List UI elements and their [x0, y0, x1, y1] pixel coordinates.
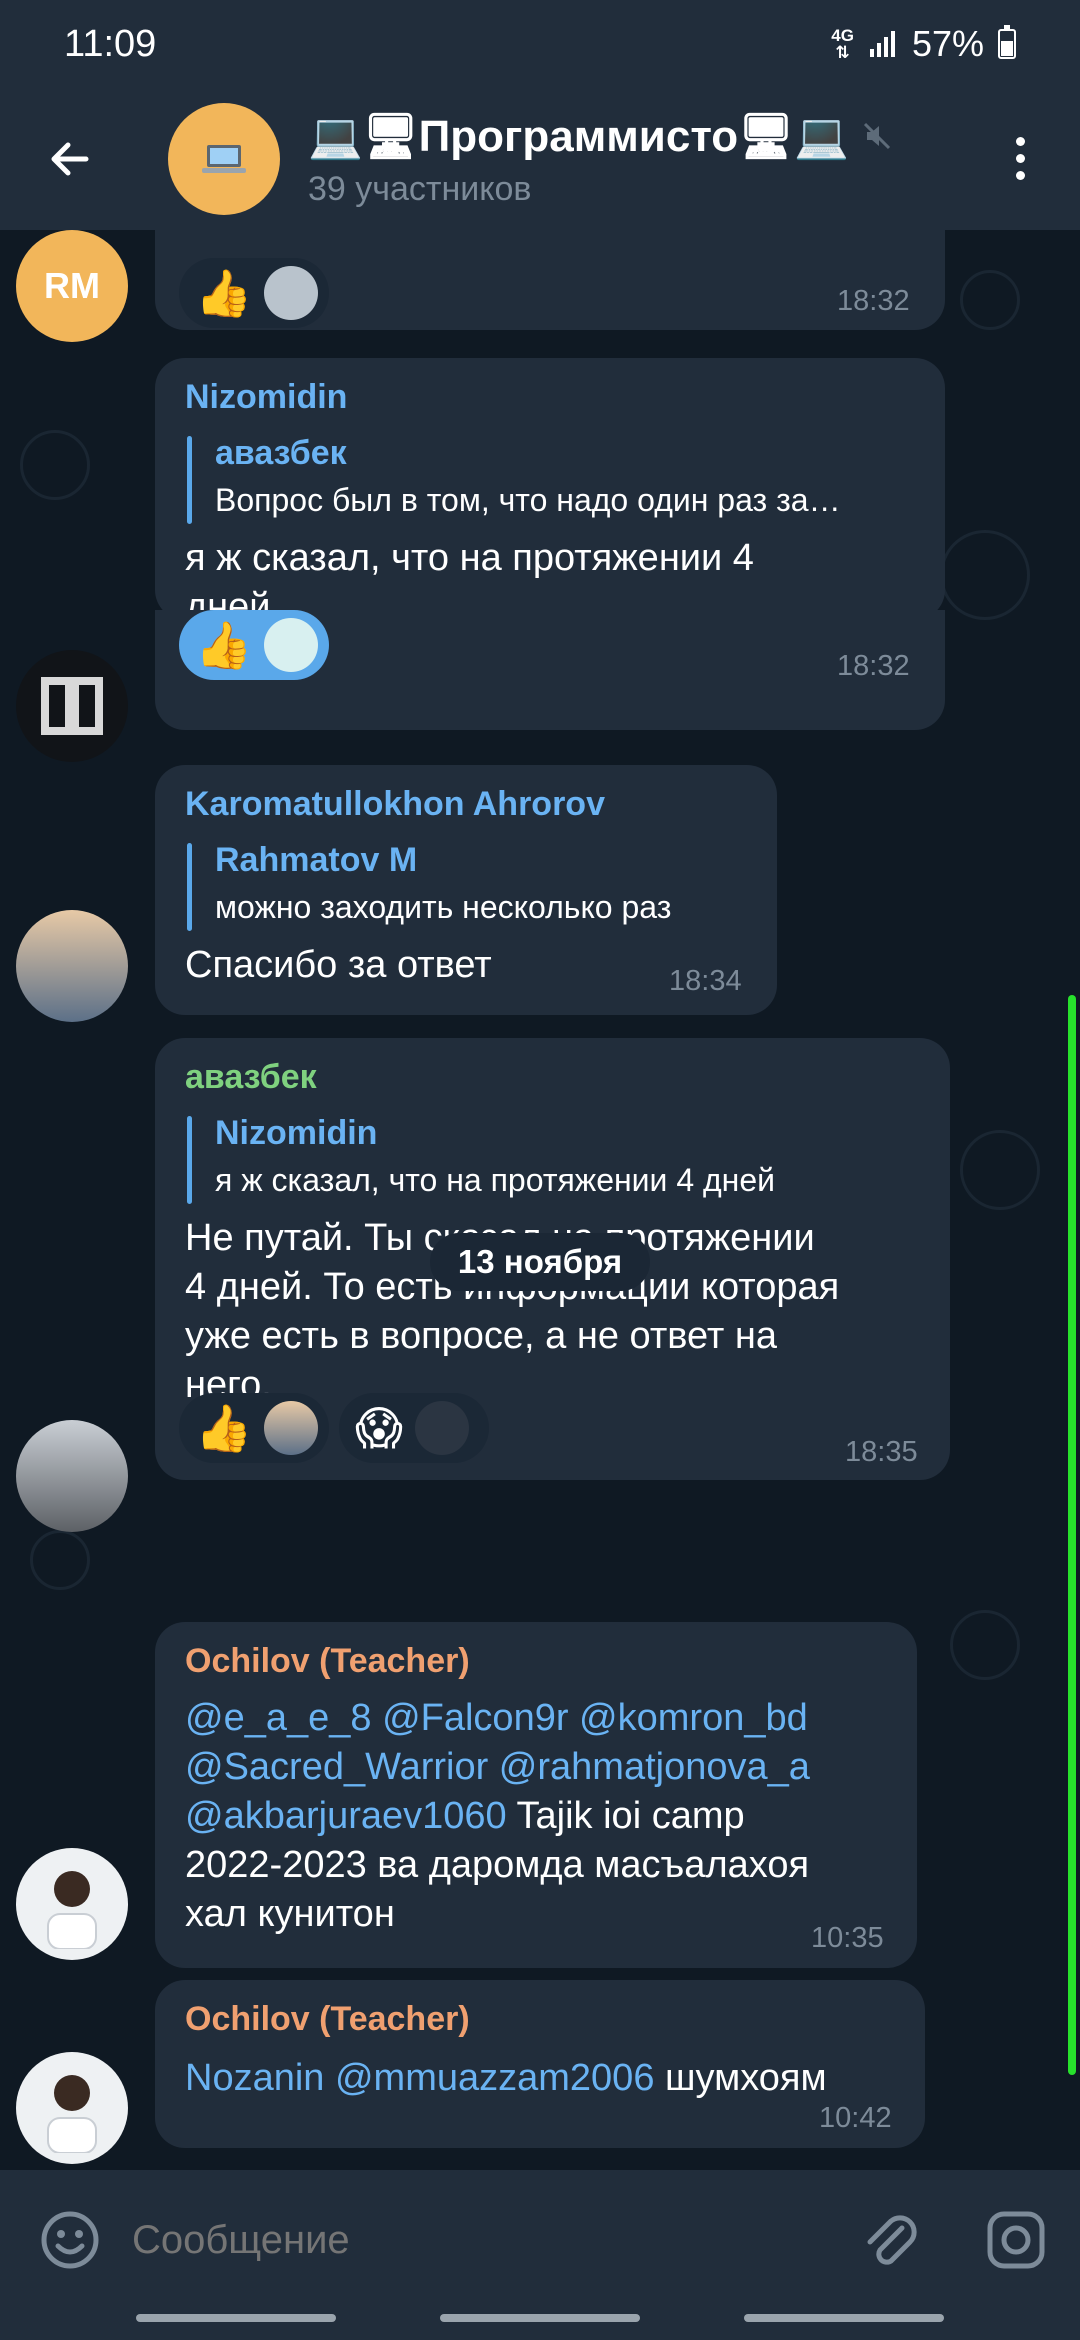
status-time: 11:09	[64, 22, 157, 65]
reactor-avatar	[414, 1401, 469, 1455]
back-arrow-icon	[51, 142, 89, 176]
message-input-bar	[0, 2170, 1080, 2310]
message-text-line: @akbarjuraev1060 Tajik ioi camp	[185, 1795, 745, 1837]
nav-handle[interactable]	[440, 2314, 640, 2322]
message-bubble[interactable]: 👍 18:32	[155, 230, 945, 330]
wallpaper-doodle	[30, 1530, 90, 1590]
avatar[interactable]	[16, 650, 128, 762]
sender-name: Ochilov (Teacher)	[185, 1642, 470, 1680]
mention-link[interactable]: Nozanin @mmuazzam2006	[185, 2057, 654, 2099]
logo-avatar-icon	[41, 677, 103, 735]
person-photo-icon	[47, 1871, 97, 1949]
reply-author[interactable]: авазбек	[215, 434, 347, 473]
message-bubble[interactable]: Ochilov (Teacher) Nozanin @mmuazzam2006 …	[155, 1980, 925, 2148]
avatar[interactable]	[16, 910, 128, 1022]
message-time: 10:35	[811, 1922, 884, 1954]
avatar[interactable]: RM	[16, 230, 128, 342]
reactor-avatar	[264, 618, 319, 672]
status-icons: 4G ⇅ 57%	[831, 23, 1016, 65]
avatar[interactable]	[16, 2052, 128, 2164]
wallpaper-doodle	[950, 1610, 1020, 1680]
message-input[interactable]	[132, 2208, 832, 2272]
wallpaper-doodle	[940, 530, 1030, 620]
avatar[interactable]	[16, 1420, 128, 1532]
battery-icon	[998, 25, 1016, 59]
message-text-line: Nozanin @mmuazzam2006 шумхоям	[185, 2057, 827, 2099]
reply-quote-bar	[187, 843, 192, 931]
reply-snippet[interactable]: можно заходить несколько раз	[215, 889, 671, 926]
message-bubble[interactable]: Nizomidin авазбек Вопрос был в том, что …	[155, 358, 945, 628]
laptop-icon	[202, 145, 246, 173]
group-avatar[interactable]	[168, 103, 280, 215]
reply-quote-bar	[187, 436, 192, 524]
more-vert-icon[interactable]	[990, 128, 1050, 188]
reply-snippet[interactable]: я ж сказал, что на протяжении 4 дней	[215, 1162, 775, 1199]
reply-author[interactable]: Rahmatov M	[215, 841, 417, 880]
thumbs-up-emoji: 👍	[195, 1401, 253, 1455]
reply-author[interactable]: Nizomidin	[215, 1114, 377, 1153]
chat-header: 💻🖥Программисто🖥💻 39 участников	[0, 88, 1080, 230]
nav-handle[interactable]	[744, 2314, 944, 2322]
reactor-avatar	[264, 266, 319, 320]
person-photo-icon	[47, 2075, 97, 2153]
mention-line[interactable]: @Sacred_Warrior @rahmatjonova_a	[185, 1743, 810, 1792]
telegram-chat-screen: 11:09 4G ⇅ 57% 💻🖥Программисто🖥💻 39 участ…	[0, 0, 1080, 2340]
message-time: 18:32	[837, 650, 910, 682]
network-type-icon: 4G ⇅	[831, 26, 854, 62]
mention-line[interactable]: @e_a_e_8 @Falcon9r @komron_bd	[185, 1694, 808, 1743]
message-text-line: уже есть в вопросе, а не ответ на	[185, 1315, 777, 1357]
attach-button[interactable]	[850, 2200, 930, 2280]
sender-name: Nizomidin	[185, 378, 348, 416]
sender-name: Ochilov (Teacher)	[185, 2000, 470, 2038]
wallpaper-doodle	[960, 1130, 1040, 1210]
avatar[interactable]	[16, 1848, 128, 1960]
member-count: 39 участников	[308, 169, 532, 208]
message-bubble[interactable]: Ochilov (Teacher) @e_a_e_8 @Falcon9r @ko…	[155, 1622, 917, 1968]
chat-title-block[interactable]: 💻🖥Программисто🖥💻 39 участников	[308, 110, 908, 209]
reply-snippet[interactable]: Вопрос был в том, что надо один раз за…	[215, 482, 841, 519]
emoji-icon	[41, 2211, 99, 2269]
chat-title: 💻🖥Программисто🖥💻	[308, 110, 908, 162]
wallpaper-doodle	[960, 270, 1020, 330]
scrollbar[interactable]	[1068, 995, 1076, 2075]
reaction-pill[interactable]: 😱	[339, 1393, 489, 1463]
emoji-button[interactable]	[30, 2200, 110, 2280]
message-text-line: Спасибо за ответ	[185, 944, 492, 986]
camera-button[interactable]	[976, 2200, 1056, 2280]
sender-name: Karomatullokhon Ahrorov	[185, 785, 605, 823]
reaction-pill[interactable]: 👍	[179, 610, 329, 680]
message-time: 18:34	[669, 965, 742, 997]
message-time: 10:42	[819, 2102, 892, 2134]
muted-speaker-icon	[863, 122, 890, 149]
reaction-pill[interactable]: 👍	[179, 258, 329, 328]
back-button[interactable]	[0, 88, 140, 230]
message-bubble[interactable]: Karomatullokhon Ahrorov Rahmatov M можно…	[155, 765, 777, 1015]
message-text-line: хал кунитон	[185, 1893, 395, 1935]
thumbs-up-emoji: 👍	[195, 618, 253, 672]
system-nav-bar	[0, 2310, 1080, 2340]
date-separator: 13 ноября	[430, 1233, 650, 1291]
message-text-line: 2022-2023 ва даромда масъалахоя	[185, 1844, 810, 1886]
message-time: 18:35	[845, 1436, 918, 1468]
reactor-avatar	[264, 1401, 319, 1455]
reaction-pill[interactable]: 👍	[179, 1393, 329, 1463]
reply-quote-bar	[187, 1116, 192, 1204]
wallpaper-doodle	[20, 430, 90, 500]
status-bar: 11:09 4G ⇅ 57%	[0, 0, 1080, 88]
camera-icon	[987, 2211, 1045, 2269]
signal-icon	[869, 31, 895, 57]
nav-handle[interactable]	[136, 2314, 336, 2322]
scream-emoji: 😱	[355, 1401, 403, 1455]
battery-percent: 57%	[911, 23, 984, 64]
message-text-line: я ж сказал, что на протяжении 4	[185, 537, 754, 579]
message-time: 18:32	[837, 285, 910, 317]
chat-messages[interactable]: RM 👍 18:32 Nizomidin авазбек Вопрос был …	[0, 230, 1080, 2170]
thumbs-up-emoji: 👍	[195, 266, 253, 320]
mention-link[interactable]: @akbarjuraev1060	[185, 1795, 507, 1837]
message-bubble-footer[interactable]: 👍 18:32	[155, 610, 945, 730]
sender-name: авазбек	[185, 1058, 317, 1096]
attach-icon	[867, 2215, 917, 2265]
